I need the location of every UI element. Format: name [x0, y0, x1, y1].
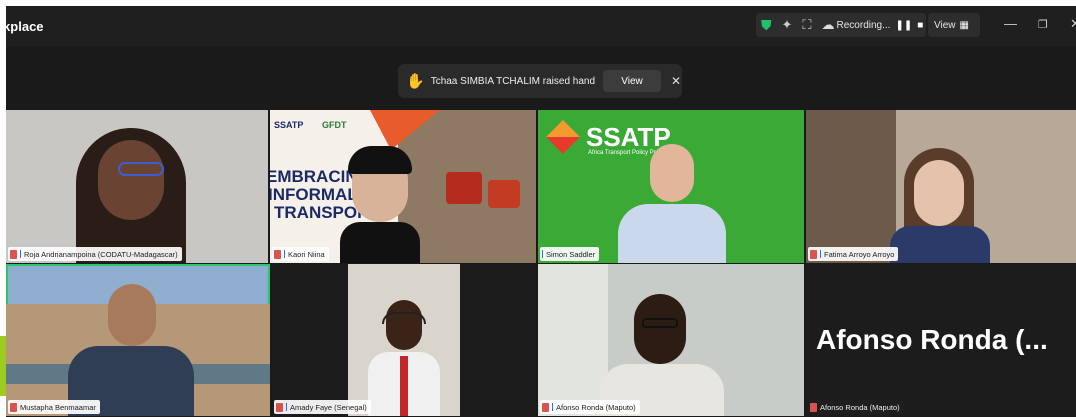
app-brand: m rkplace — [6, 10, 44, 34]
video-tile-amady[interactable]: Amady Faye (Senegal) — [272, 264, 536, 416]
grid-view-icon: ▦ — [959, 19, 969, 31]
participant-name-tag: Fatima Arroyo Arroyo — [808, 247, 899, 261]
participant-name: Amady Faye (Senegal) — [290, 402, 367, 412]
mic-muted-icon — [276, 402, 283, 412]
tuk-tuk-image — [446, 172, 482, 204]
participant-name-tag: Kaori Niina — [272, 247, 329, 261]
participant-hair — [348, 146, 412, 174]
meeting-window: m rkplace ⛊ ✦ ⛶ ☁ Recording... ❚❚ ■ View… — [6, 6, 1076, 417]
glasses — [118, 162, 164, 176]
ssatp-logo-mark — [546, 120, 580, 154]
participant-face — [634, 294, 686, 364]
participant-name-tag: Afonso Ronda (Maputo) — [808, 400, 904, 414]
toast-view-button[interactable]: View — [603, 70, 662, 92]
participant-face — [914, 160, 964, 226]
video-tile-roja[interactable]: Roja Andrianampoina (CODATU-Madagascar) — [6, 110, 268, 263]
slide-logo-ssatp: SSATP — [274, 120, 304, 130]
name-tag-divider — [542, 250, 543, 258]
name-tag-divider — [286, 403, 287, 411]
participant-body — [340, 222, 420, 263]
mic-muted-icon — [10, 249, 17, 259]
mic-muted-icon — [10, 402, 17, 412]
video-tile-mustapha[interactable]: Mustapha Benmaamar — [6, 264, 270, 416]
raised-hand-icon: ✋ — [406, 73, 425, 90]
mic-muted-icon — [274, 249, 281, 259]
video-tile-afonso-video-off[interactable]: Afonso Ronda (... Afonso Ronda (Maputo) — [806, 264, 1076, 416]
security-shield-icon[interactable]: ⛊ — [761, 17, 772, 34]
mic-muted-icon — [542, 402, 549, 412]
slide-logo-gfdt: GFDT — [322, 120, 347, 130]
video-tile-simon[interactable]: SSATP Africa Transport Policy Pr Simon S… — [538, 110, 804, 263]
participant-face — [386, 300, 422, 350]
participant-display-name: Afonso Ronda (... — [816, 324, 1048, 355]
mic-muted-icon — [810, 402, 817, 412]
headset-icon — [382, 312, 426, 324]
background-wall — [538, 264, 608, 416]
meeting-controls: ⛊ ✦ ⛶ ☁ Recording... ❚❚ ■ — [756, 13, 926, 37]
participant-name: Kaori Niina — [288, 249, 325, 259]
participant-body — [890, 226, 990, 263]
video-tile-afonso[interactable]: Afonso Ronda (Maputo) — [538, 264, 804, 416]
video-tile-fatima[interactable]: Fatima Arroyo Arroyo — [806, 110, 1076, 263]
ssatp-tagline: Africa Transport Policy Pr — [588, 150, 656, 156]
view-label: View — [934, 19, 956, 31]
raised-hand-message: Tchaa SIMBIA TCHALIM raised hand — [430, 75, 596, 87]
participant-name-tag: Afonso Ronda (Maputo) — [540, 400, 640, 414]
participant-name: Afonso Ronda (Maputo) — [820, 402, 900, 412]
recording-label: Recording... — [836, 19, 891, 31]
participant-name: Mustapha Benmaamar — [20, 402, 96, 412]
left-edge-accent — [0, 336, 6, 396]
participant-name: Fatima Arroyo Arroyo — [824, 249, 895, 259]
participant-name-tag: Roja Andrianampoina (CODATU-Madagascar) — [8, 247, 182, 261]
participant-name-tag: Amady Faye (Senegal) — [274, 400, 371, 414]
participant-name: Roja Andrianampoina (CODATU-Madagascar) — [24, 249, 178, 259]
participant-face — [108, 284, 156, 346]
title-bar: m rkplace ⛊ ✦ ⛶ ☁ Recording... ❚❚ ■ View… — [6, 6, 1076, 46]
slide-title-line-2: INFORMAL — [270, 185, 358, 204]
participant-name-tag: Simon Saddler — [540, 247, 600, 261]
participant-face — [98, 140, 164, 220]
view-button[interactable]: View ▦ — [928, 13, 980, 37]
minimize-icon[interactable]: — — [1004, 16, 1017, 31]
participant-name: Afonso Ronda (Maputo) — [556, 402, 636, 412]
pause-recording-icon[interactable]: ❚❚ — [895, 20, 912, 31]
fullscreen-icon[interactable]: ⛶ — [802, 17, 811, 33]
restore-icon[interactable]: ❐ — [1038, 18, 1048, 31]
red-tie — [400, 356, 408, 416]
participant-face — [650, 144, 694, 202]
tuk-tuk-image-2 — [488, 180, 520, 208]
name-tag-divider — [20, 250, 21, 258]
stop-recording-icon[interactable]: ■ — [917, 20, 923, 31]
name-tag-divider — [284, 250, 285, 258]
sparkle-icon[interactable]: ✦ — [782, 17, 793, 33]
close-window-icon[interactable]: ✕ — [1070, 16, 1076, 32]
raised-hand-notification: ✋ Tchaa SIMBIA TCHALIM raised hand View … — [398, 64, 682, 98]
background-wall — [806, 110, 896, 263]
participant-name-tag: Mustapha Benmaamar — [8, 400, 100, 414]
brand-line-2: rkplace — [6, 19, 44, 34]
name-tag-divider — [820, 250, 821, 258]
participant-body — [618, 204, 726, 263]
name-tag-divider — [552, 403, 553, 411]
cloud-icon: ☁ — [821, 17, 835, 32]
mic-muted-icon — [810, 249, 817, 259]
video-tile-kaori[interactable]: SSATP GFDT EMBRACING INFORMAL TRANSPORT … — [270, 110, 536, 263]
glasses — [642, 318, 678, 328]
participant-name: Simon Saddler — [546, 249, 596, 259]
toast-close-icon[interactable]: ✕ — [671, 74, 681, 88]
